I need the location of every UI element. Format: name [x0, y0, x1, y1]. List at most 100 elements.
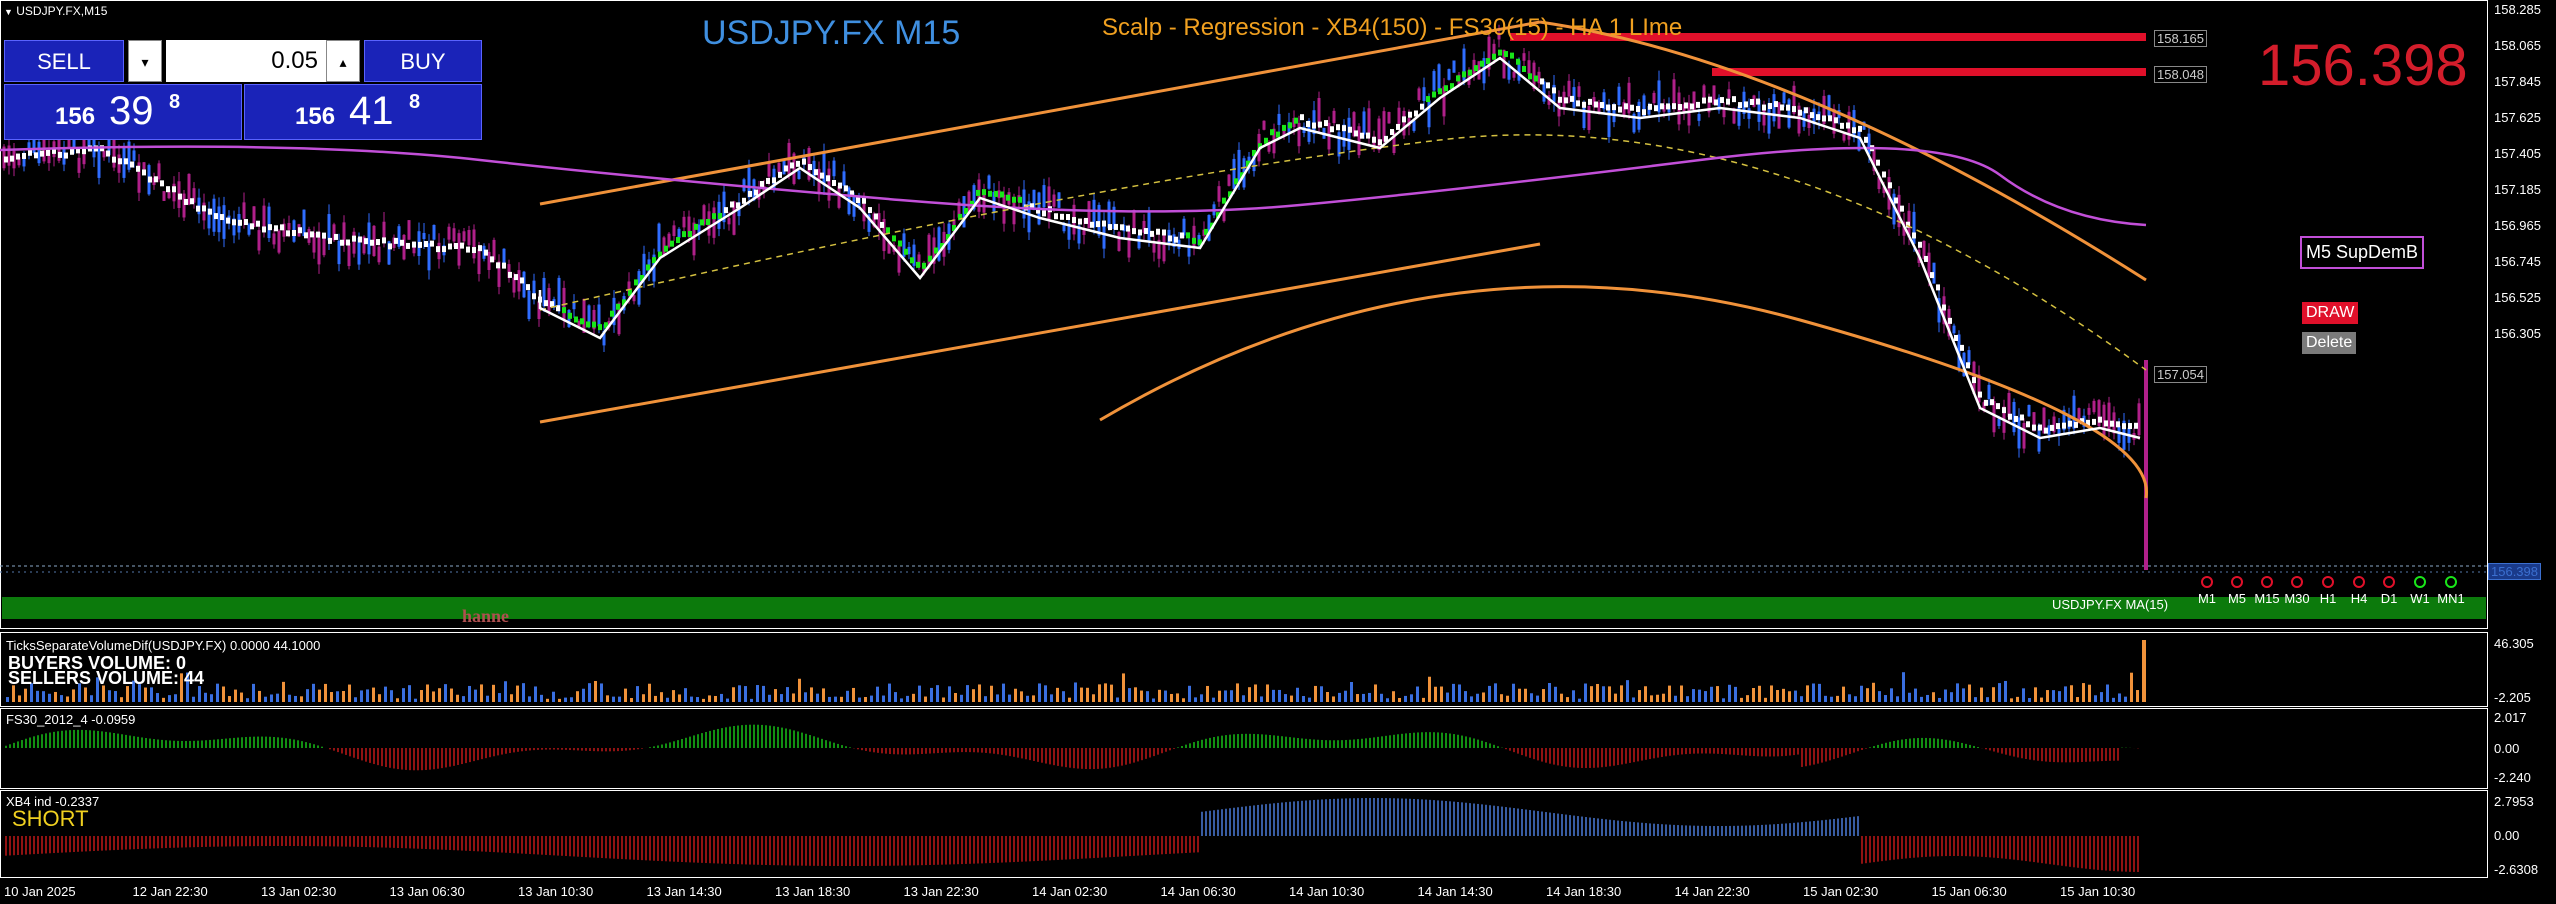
timeframe-d1[interactable]: D1 — [2374, 576, 2404, 610]
candle-body — [1387, 112, 1391, 124]
heiken-ashi-block — [1978, 391, 1982, 398]
heiken-ashi-block — [1624, 103, 1628, 110]
heiken-ashi-block — [1306, 120, 1310, 127]
volume-bar — [1104, 683, 1107, 702]
heiken-ashi-block — [502, 262, 506, 269]
heiken-ashi-block — [820, 172, 824, 179]
symbol-caption-text: USDJPY.FX,M15 — [16, 4, 108, 18]
lot-decrease-button[interactable]: ▾ — [128, 40, 162, 82]
volume-bar — [1602, 686, 1605, 702]
candle-body — [677, 228, 681, 238]
volume-bar — [1434, 686, 1437, 702]
volume-bar — [828, 696, 831, 702]
volume-bar — [846, 690, 849, 702]
volume-bar — [1896, 696, 1899, 702]
volume-bar — [2106, 684, 2109, 702]
timeframe-h1[interactable]: H1 — [2313, 576, 2343, 610]
heiken-ashi-block — [1588, 98, 1592, 105]
volume-bar — [1860, 685, 1863, 702]
heiken-ashi-block — [304, 232, 308, 239]
buy-button[interactable]: BUY — [364, 40, 482, 82]
heiken-ashi-block — [790, 162, 794, 169]
heiken-ashi-block — [1954, 334, 1958, 341]
fs30-axis-bottom: -2.240 — [2494, 770, 2531, 785]
candle-body — [2017, 417, 2021, 449]
supdem-button[interactable]: M5 SupDemB — [2300, 236, 2425, 269]
candle-body — [1052, 194, 1056, 207]
heiken-ashi-block — [136, 165, 140, 172]
lot-size-input[interactable]: 0.05 — [166, 40, 326, 82]
timeframe-m15[interactable]: M15 — [2252, 576, 2282, 610]
heiken-ashi-block — [1282, 124, 1286, 131]
candle-body — [1012, 201, 1016, 225]
timeframe-m1[interactable]: M1 — [2192, 576, 2222, 610]
bid-price-box[interactable]: 156 39 8 — [4, 84, 242, 140]
volume-bar — [24, 688, 27, 702]
volume-bar — [1062, 691, 1065, 702]
heiken-ashi-block — [394, 237, 398, 244]
volume-bar — [534, 686, 537, 702]
heiken-ashi-block — [430, 240, 434, 247]
heiken-ashi-block — [694, 223, 698, 230]
volume-bar — [1938, 697, 1941, 702]
timeframe-w1[interactable]: W1 — [2405, 576, 2435, 610]
candle-body — [1047, 186, 1051, 220]
volume-bar — [2028, 698, 2031, 702]
volume-bar — [612, 696, 615, 702]
volume-bar — [966, 685, 969, 702]
candle-body — [1427, 100, 1431, 128]
volume-bar — [288, 694, 291, 702]
candle-body — [672, 225, 676, 237]
heiken-ashi-block — [1342, 125, 1346, 132]
volume-bar — [120, 697, 123, 702]
heiken-ashi-block — [496, 262, 500, 269]
heiken-ashi-block — [1522, 65, 1526, 72]
ask-price-box[interactable]: 156 41 8 — [244, 84, 482, 140]
candle-body — [1332, 110, 1336, 124]
heiken-ashi-block — [574, 316, 578, 323]
heiken-ashi-block — [1432, 91, 1436, 98]
volume-bar — [1482, 692, 1485, 702]
heiken-ashi-block — [910, 257, 914, 264]
draw-button[interactable]: DRAW — [2302, 302, 2359, 324]
volume-bar — [210, 694, 213, 702]
volume-bar — [192, 696, 195, 702]
volume-bar — [1362, 693, 1365, 702]
candle-body — [1447, 69, 1451, 80]
heiken-ashi-block — [1162, 229, 1166, 236]
heiken-ashi-block — [4, 156, 8, 163]
heiken-ashi-block — [1666, 103, 1670, 110]
timeframe-m5[interactable]: M5 — [2222, 576, 2252, 610]
volume-bar — [2124, 696, 2127, 702]
heiken-ashi-block — [748, 190, 752, 197]
heiken-ashi-block — [1186, 232, 1190, 239]
volume-bar — [90, 695, 93, 702]
timeframe-mn1[interactable]: MN1 — [2436, 576, 2466, 610]
volume-bar — [1668, 685, 1671, 702]
volume-bar — [1398, 697, 1401, 702]
candle-body — [277, 230, 281, 253]
candle-body — [1952, 325, 1956, 334]
volume-bar — [450, 688, 453, 702]
heiken-ashi-block — [1786, 104, 1790, 111]
lot-increase-button[interactable]: ▴ — [326, 40, 360, 82]
heiken-ashi-block — [418, 241, 422, 248]
candle-body — [2022, 422, 2026, 449]
volume-bar — [480, 684, 483, 702]
price-axis-label: 156.745 — [2494, 254, 2541, 269]
candle-body — [1297, 122, 1301, 147]
volume-bar — [1410, 694, 1413, 702]
volume-bar — [1740, 697, 1743, 702]
timeframe-m30[interactable]: M30 — [2282, 576, 2312, 610]
volume-bar — [1782, 688, 1785, 702]
volume-bar — [876, 686, 879, 702]
candle-body — [2092, 400, 2096, 413]
volume-bar — [150, 687, 153, 702]
ask-fraction: 8 — [409, 91, 421, 113]
volume-bar — [990, 685, 993, 702]
sell-button[interactable]: SELL — [4, 40, 124, 82]
timeframe-h4[interactable]: H4 — [2344, 576, 2374, 610]
volume-bar — [1320, 686, 1323, 702]
volume-bar — [1758, 685, 1761, 702]
delete-button[interactable]: Delete — [2302, 332, 2357, 354]
